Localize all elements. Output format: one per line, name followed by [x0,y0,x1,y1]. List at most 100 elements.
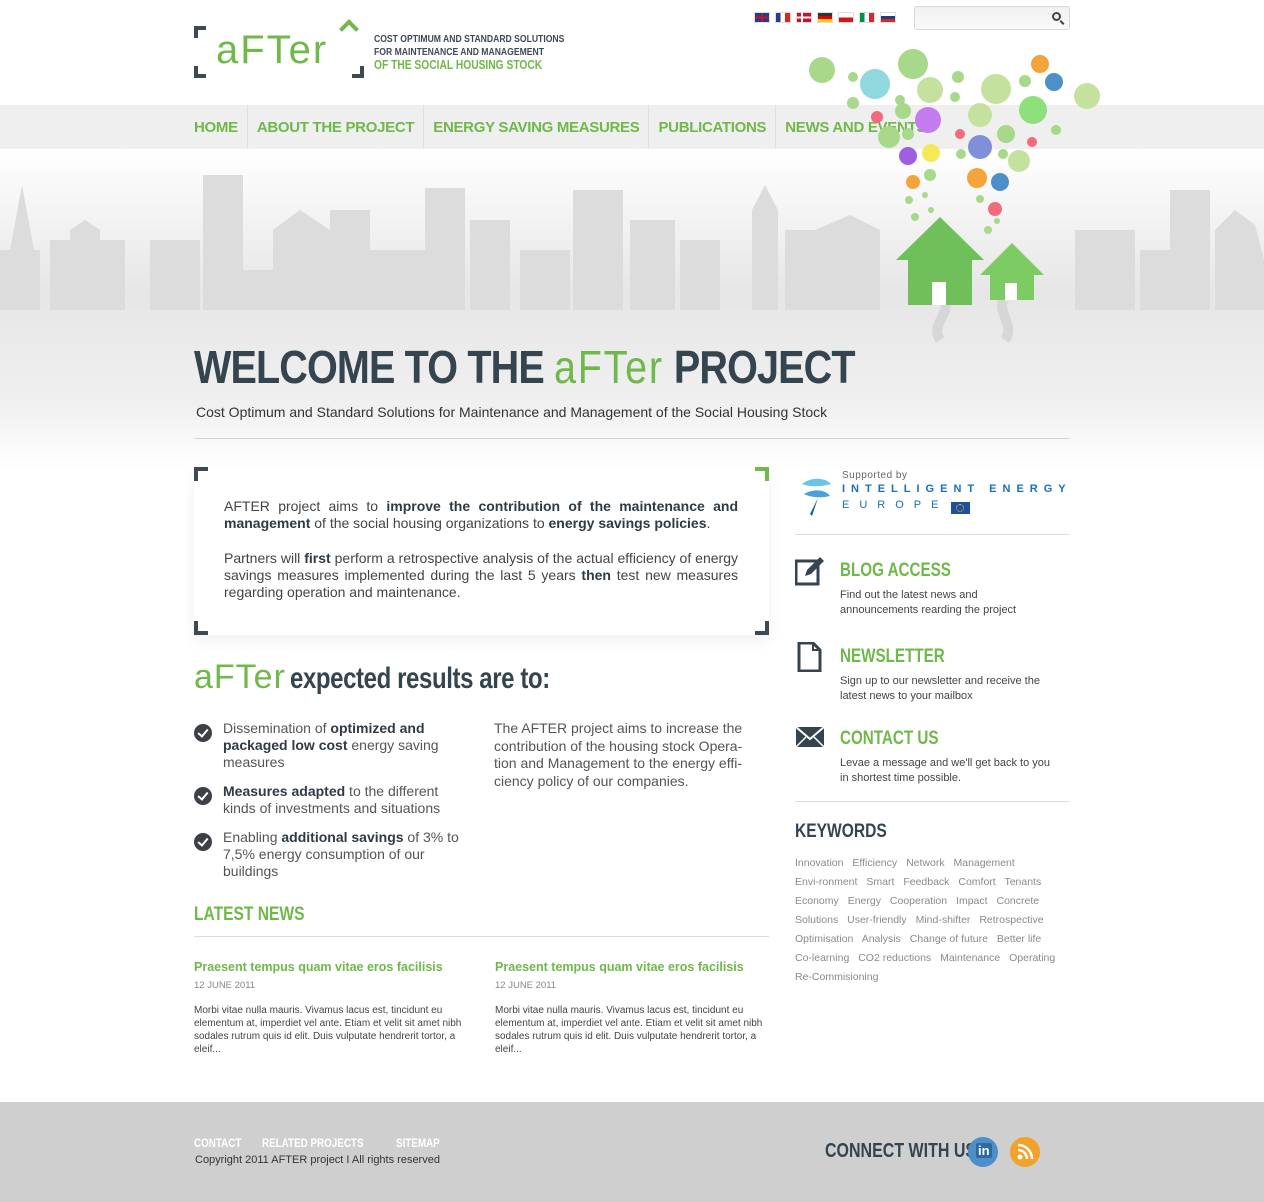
news-date: 12 JUNE 2011 [194,980,256,991]
results-list: Dissemination of optimized and packaged … [194,720,474,892]
keyword-link[interactable]: Solutions [795,914,838,926]
hero-subtitle: Cost Optimum and Standard Solutions for … [196,404,828,420]
newsletter-text: Sign up to our newsletter and receive th… [840,675,1040,702]
blog-access-text: Find out the latest news and announcemen… [840,589,1017,616]
keyword-link[interactable]: Re-Commisioning [795,971,878,983]
search-input[interactable] [915,7,1045,29]
nav-publications[interactable]: PUBLICATIONS [649,105,777,149]
nav-about-the-project[interactable]: ABOUT THE PROJECT [248,105,425,149]
hero-heading-pre: WELCOME TO THE [194,341,545,393]
linkedin-icon[interactable] [968,1137,998,1167]
keyword-link[interactable]: Mind-shifter [916,914,971,926]
logo-caret-icon [339,19,359,39]
latest-news-heading: LATEST NEWS [194,904,305,925]
keyword-link[interactable]: Energy [848,895,881,907]
copyright-text: Copyright 2011 AFTER project I All right… [195,1154,440,1166]
news-date: 12 JUNE 2011 [495,980,557,991]
keyword-link[interactable]: Management [954,857,1015,869]
text-bold: then [581,567,611,583]
keyword-link[interactable]: Cooperation [890,895,947,907]
houses-bubbles-illustration [809,49,1100,343]
tagline-line1: COST OPTIMUM AND STANDARD SOLUTIONS [374,33,565,45]
text-span: . [706,515,711,531]
check-icon [194,724,212,742]
keyword-link[interactable]: Comfort [958,876,995,888]
keyword-link[interactable]: Economy [795,895,839,907]
list-item: Enabling additional savings of 3% to 7,5… [194,829,474,880]
keyword-link[interactable]: Better life [997,933,1041,945]
it-flag-icon[interactable] [859,12,875,23]
news-headline-link[interactable]: Praesent tempus quam vitae eros facilisi… [194,960,469,974]
nav-home[interactable]: HOME [194,105,248,149]
news-headline-link[interactable]: Praesent tempus quam vitae eros facilisi… [495,960,770,974]
keyword-link[interactable]: Tenants [1004,876,1041,888]
connect-heading: CONNECT WITH US [825,1140,977,1162]
keyword-link[interactable]: Maintenance [940,952,1000,964]
text-span: AFTER project aims to [224,498,387,514]
keyword-link[interactable]: Impact [956,895,988,907]
de-flag-icon[interactable] [817,12,833,23]
divider [194,438,1070,439]
intelligent-energy-logo-icon[interactable] [798,474,834,518]
news-excerpt: Morbi vitae nulla mauris. Vivamus lacus … [495,1005,763,1055]
search-icon[interactable] [1052,12,1061,21]
keyword-link[interactable]: Operating [1009,952,1055,964]
keyword-link[interactable]: Analysis [862,933,901,945]
europe-title: EUROPE [842,499,949,511]
dk-flag-icon[interactable] [796,12,812,23]
keyword-link[interactable]: Change of future [910,933,988,945]
keywords-heading: KEYWORDS [795,821,887,842]
intro-paragraph-2: Partners will first perform a retrospect… [224,550,738,601]
footer-link-sitemap[interactable]: SITEMAP [396,1136,440,1150]
corner-decoration [755,621,769,635]
keyword-link[interactable]: Co-learning [795,952,849,964]
keyword-link[interactable]: Envi-ronment [795,876,857,888]
keyword-link[interactable]: Smart [866,876,894,888]
corner-decoration [755,467,769,481]
newsletter-title[interactable]: NEWSLETTER [840,646,945,668]
fr-flag-icon[interactable] [775,12,791,23]
keyword-link[interactable]: Network [906,857,945,869]
site-tagline: COST OPTIMUM AND STANDARD SOLUTIONS FOR … [374,33,564,72]
supported-by-label: Supported by [842,470,908,481]
cz-flag-icon[interactable] [838,12,854,23]
si-flag-icon[interactable] [880,12,896,23]
keyword-link[interactable]: Optimisation [795,933,853,945]
logo-text: aFTer [216,28,329,72]
logo-corner-tl [194,26,206,38]
document-icon [797,642,822,672]
keywords-cloud: Innovation Efficiency Network Management… [795,854,1070,987]
contact-us-title[interactable]: CONTACT US [840,728,939,750]
keyword-link[interactable]: Concrete [996,895,1039,907]
hero-heading-post: PROJECT [673,341,856,393]
list-item: Measures adapted to the different kinds … [194,783,474,817]
footer-link-contact[interactable]: CONTACT [194,1136,241,1150]
keyword-link[interactable]: Efficiency [852,857,897,869]
rss-glyph-icon [1017,1143,1034,1160]
text-span: Enabling [223,829,282,845]
text-bold: energy savings policies [548,515,707,531]
blog-access-title[interactable]: BLOG ACCESS [840,560,951,582]
keyword-link[interactable]: Innovation [795,857,843,869]
tagline-line3: OF THE SOCIAL HOUSING STOCK [374,58,543,72]
text-span: of the social housing organizations to [310,515,549,531]
keyword-link[interactable]: Retrospective [979,914,1043,926]
site-logo[interactable]: aFTer [194,19,364,78]
rss-icon[interactable] [1010,1137,1040,1167]
text-span: Dissemination of [223,720,331,736]
keyword-link[interactable]: CO2 reductions [858,952,931,964]
nav-energy-saving-measures[interactable]: ENERGY SAVING MEASURES [424,105,650,149]
contact-us-text: Levae a message and we'll get back to yo… [840,757,1051,784]
keyword-link[interactable]: User-friendly [847,914,907,926]
uk-flag-icon[interactable] [754,12,770,23]
footer [0,1102,1264,1202]
corner-decoration [194,621,208,635]
text-span: Partners will [224,550,305,566]
search-box [914,6,1070,30]
results-heading-text: expected results are to: [289,662,550,695]
footer-link-related-projects[interactable]: RELATED PROJECTS [262,1136,364,1150]
intro-paragraph-1: AFTER project aims to improve the contri… [224,498,738,532]
keyword-link[interactable]: Feedback [903,876,949,888]
intelligent-energy-title: INTELLIGENT ENERGY [842,483,1072,495]
check-icon [194,833,212,851]
